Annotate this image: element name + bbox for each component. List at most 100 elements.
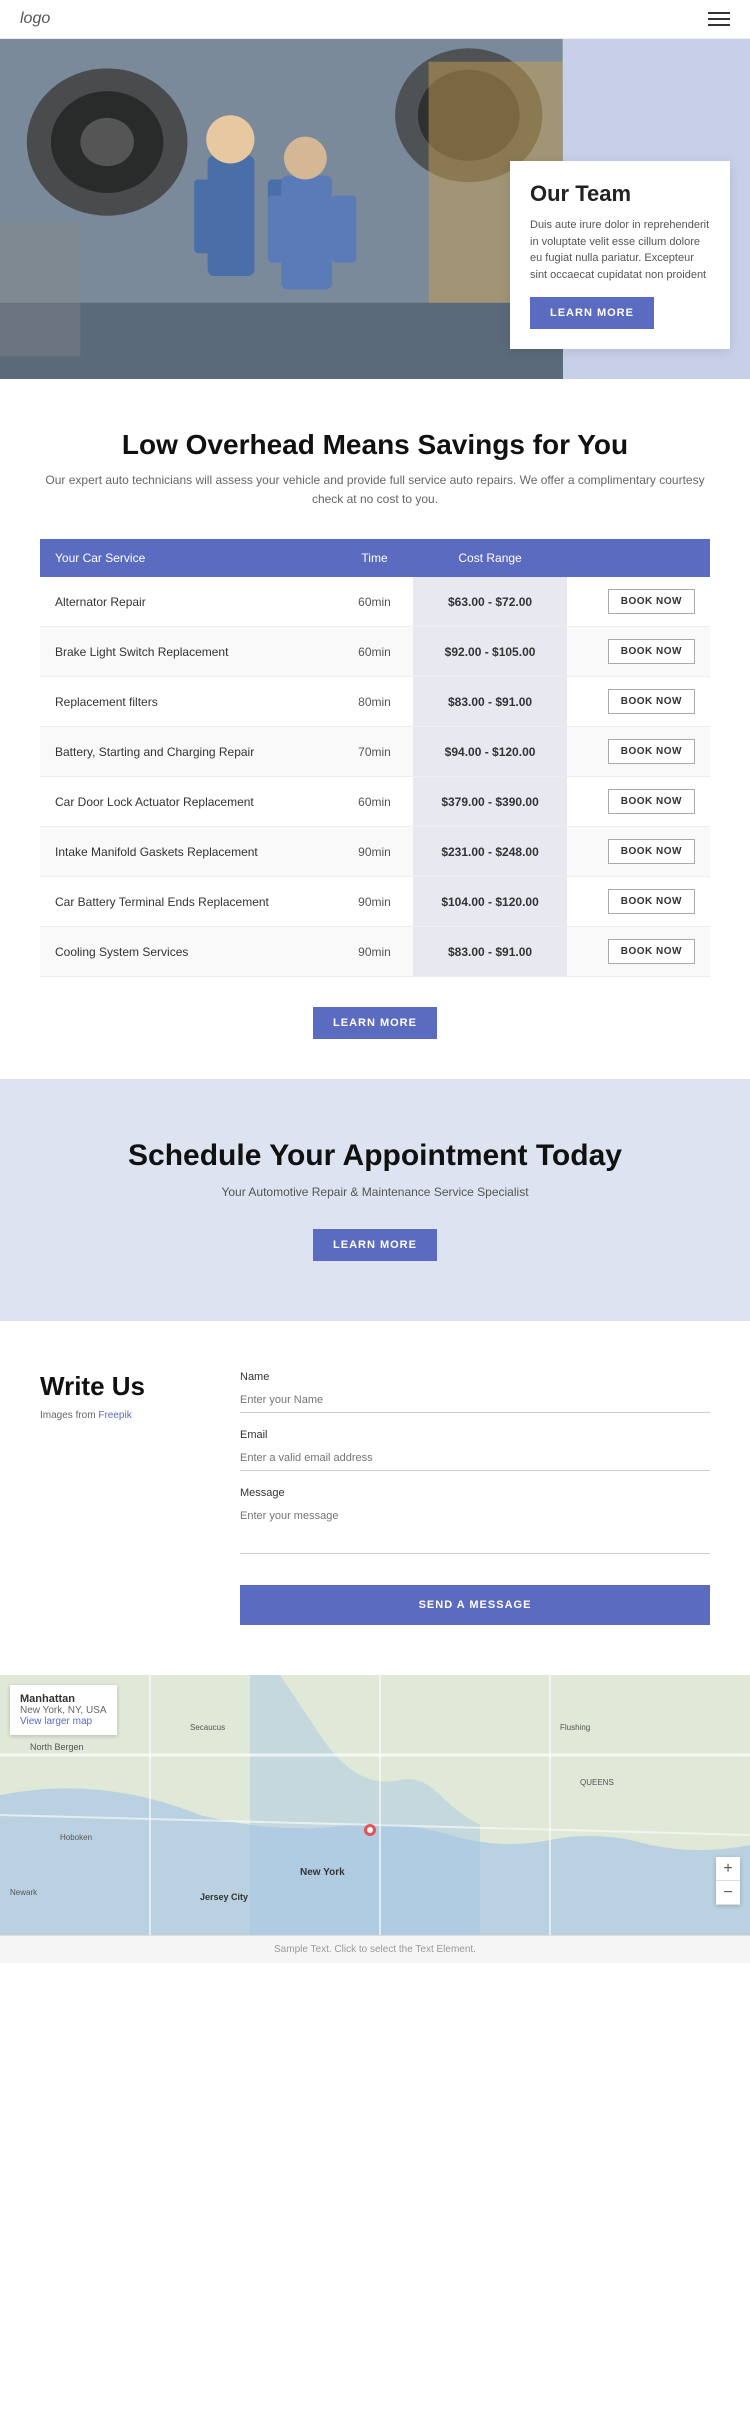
map-address: New York, NY, USA: [20, 1705, 107, 1716]
hero-card: Our Team Duis aute irure dolor in repreh…: [510, 161, 730, 349]
book-now-button[interactable]: BOOK NOW: [608, 789, 695, 814]
table-row: Cooling System Services 90min $83.00 - $…: [40, 927, 710, 977]
logo: logo: [20, 10, 50, 28]
contact-form: Name Email Message SEND A MESSAGE: [240, 1371, 710, 1625]
service-name: Brake Light Switch Replacement: [40, 627, 336, 677]
message-field-group: Message: [240, 1487, 710, 1559]
book-cell: BOOK NOW: [567, 727, 710, 777]
appointment-title: Schedule Your Appointment Today: [40, 1139, 710, 1173]
site-header: logo: [0, 0, 750, 39]
service-name: Car Battery Terminal Ends Replacement: [40, 877, 336, 927]
table-row: Alternator Repair 60min $63.00 - $72.00 …: [40, 577, 710, 627]
book-now-button[interactable]: BOOK NOW: [608, 889, 695, 914]
svg-text:Flushing: Flushing: [560, 1723, 590, 1732]
map-zoom-controls: + −: [716, 1857, 740, 1905]
service-cost: $83.00 - $91.00: [413, 927, 568, 977]
service-name: Intake Manifold Gaskets Replacement: [40, 827, 336, 877]
service-time: 70min: [336, 727, 412, 777]
hero-section: Our Team Duis aute irure dolor in repreh…: [0, 39, 750, 379]
service-time: 90min: [336, 927, 412, 977]
table-header-cost: Cost Range: [413, 539, 568, 577]
service-cost: $63.00 - $72.00: [413, 577, 568, 627]
contact-title: Write Us: [40, 1371, 200, 1402]
table-header-action: [567, 539, 710, 577]
appointment-learn-more-button[interactable]: LEARN MORE: [313, 1229, 437, 1261]
book-now-button[interactable]: BOOK NOW: [608, 589, 695, 614]
name-label: Name: [240, 1371, 710, 1383]
service-cost: $94.00 - $120.00: [413, 727, 568, 777]
message-input[interactable]: [240, 1504, 710, 1554]
svg-text:QUEENS: QUEENS: [580, 1778, 614, 1787]
book-now-button[interactable]: BOOK NOW: [608, 839, 695, 864]
contact-section: Write Us Images from Freepik Name Email …: [0, 1321, 750, 1675]
services-section: Low Overhead Means Savings for You Our e…: [0, 379, 750, 1079]
services-table: Your Car Service Time Cost Range Alterna…: [40, 539, 710, 977]
email-input[interactable]: [240, 1446, 710, 1471]
name-input[interactable]: [240, 1388, 710, 1413]
svg-text:Newark: Newark: [10, 1888, 38, 1897]
hero-title: Our Team: [530, 181, 710, 207]
service-cost: $83.00 - $91.00: [413, 677, 568, 727]
map-info-overlay: Manhattan New York, NY, USA View larger …: [10, 1685, 117, 1735]
map-view-larger[interactable]: View larger map: [20, 1716, 107, 1727]
map-placeholder: North Bergen Secaucus New York Hoboken J…: [0, 1675, 750, 1935]
service-cost: $379.00 - $390.00: [413, 777, 568, 827]
svg-text:Secaucus: Secaucus: [190, 1723, 225, 1732]
hero-learn-more-button[interactable]: LEARN MORE: [530, 297, 654, 329]
service-name: Car Door Lock Actuator Replacement: [40, 777, 336, 827]
service-cost: $92.00 - $105.00: [413, 627, 568, 677]
book-cell: BOOK NOW: [567, 777, 710, 827]
book-cell: BOOK NOW: [567, 877, 710, 927]
book-now-button[interactable]: BOOK NOW: [608, 739, 695, 764]
table-row: Brake Light Switch Replacement 60min $92…: [40, 627, 710, 677]
service-name: Cooling System Services: [40, 927, 336, 977]
service-cost: $231.00 - $248.00: [413, 827, 568, 877]
service-time: 60min: [336, 577, 412, 627]
service-name: Alternator Repair: [40, 577, 336, 627]
service-time: 90min: [336, 877, 412, 927]
book-cell: BOOK NOW: [567, 827, 710, 877]
service-time: 90min: [336, 827, 412, 877]
service-time: 60min: [336, 627, 412, 677]
service-name: Battery, Starting and Charging Repair: [40, 727, 336, 777]
contact-left: Write Us Images from Freepik: [40, 1371, 200, 1625]
footer-bar: Sample Text. Click to select the Text El…: [0, 1935, 750, 1963]
footer-text: Sample Text. Click to select the Text El…: [274, 1944, 476, 1955]
table-row: Battery, Starting and Charging Repair 70…: [40, 727, 710, 777]
services-subtitle: Our expert auto technicians will assess …: [40, 471, 710, 509]
map-title: Manhattan: [20, 1693, 107, 1705]
message-label: Message: [240, 1487, 710, 1499]
appointment-subtitle: Your Automotive Repair & Maintenance Ser…: [40, 1185, 710, 1199]
send-message-button[interactable]: SEND A MESSAGE: [240, 1585, 710, 1625]
services-title: Low Overhead Means Savings for You: [40, 429, 710, 461]
hero-description: Duis aute irure dolor in reprehenderit i…: [530, 217, 710, 283]
menu-button[interactable]: [708, 12, 730, 26]
book-cell: BOOK NOW: [567, 577, 710, 627]
book-now-button[interactable]: BOOK NOW: [608, 689, 695, 714]
service-name: Replacement filters: [40, 677, 336, 727]
book-now-button[interactable]: BOOK NOW: [608, 939, 695, 964]
map-section: North Bergen Secaucus New York Hoboken J…: [0, 1675, 750, 1935]
book-now-button[interactable]: BOOK NOW: [608, 639, 695, 664]
contact-images-text: Images from Freepik: [40, 1410, 200, 1421]
zoom-in-button[interactable]: +: [716, 1857, 740, 1881]
table-header-service: Your Car Service: [40, 539, 336, 577]
email-label: Email: [240, 1429, 710, 1441]
email-field-group: Email: [240, 1429, 710, 1471]
book-cell: BOOK NOW: [567, 627, 710, 677]
name-field-group: Name: [240, 1371, 710, 1413]
table-header-time: Time: [336, 539, 412, 577]
mechanic-scene: [0, 39, 563, 379]
svg-text:Hoboken: Hoboken: [60, 1833, 92, 1842]
table-row: Car Battery Terminal Ends Replacement 90…: [40, 877, 710, 927]
zoom-out-button[interactable]: −: [716, 1881, 740, 1905]
service-cost: $104.00 - $120.00: [413, 877, 568, 927]
freepik-link[interactable]: Freepik: [98, 1410, 131, 1421]
appointment-section: Schedule Your Appointment Today Your Aut…: [0, 1079, 750, 1321]
services-learn-more-button[interactable]: LEARN MORE: [313, 1007, 437, 1039]
service-time: 80min: [336, 677, 412, 727]
book-cell: BOOK NOW: [567, 677, 710, 727]
hero-image: [0, 39, 563, 379]
table-row: Replacement filters 80min $83.00 - $91.0…: [40, 677, 710, 727]
svg-text:New York: New York: [300, 1867, 345, 1878]
